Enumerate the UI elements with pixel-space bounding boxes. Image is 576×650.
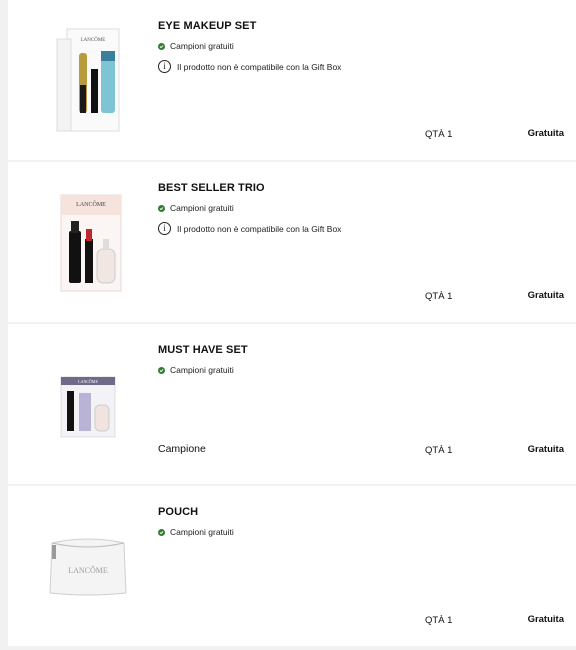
product-name[interactable]: MUST HAVE SET [158, 344, 248, 356]
cart-item-list: LANCÔME EYE MAKEUP SET Campioni gratuiti… [0, 0, 576, 650]
free-samples-status: Campioni gratuiti [158, 365, 234, 375]
info-icon[interactable]: i [158, 222, 171, 235]
price-label: Gratuita [527, 614, 564, 625]
product-image-eye-makeup-set[interactable]: LANCÔME [38, 10, 138, 150]
product-image-pouch[interactable]: LANCÔME [38, 496, 138, 636]
free-samples-label: Campioni gratuiti [170, 365, 234, 375]
product-image-best-seller-trio[interactable]: LANCÔME [38, 172, 138, 312]
brand-logo: LANCÔME [78, 379, 98, 384]
brand-logo: LANCÔME [76, 200, 106, 208]
price-label: Gratuita [527, 128, 564, 139]
quantity-label: QTÀ 1 [425, 615, 453, 626]
compatibility-note-text: Il prodotto non è compatibile con la Gif… [177, 223, 342, 234]
check-circle-icon [158, 366, 165, 374]
product-name[interactable]: POUCH [158, 506, 198, 518]
quantity-label: QTÀ 1 [425, 291, 453, 302]
cart-item: LANCÔME POUCH Campioni gratuiti QTÀ 1 Gr… [8, 486, 576, 646]
price-label: Gratuita [527, 444, 564, 455]
free-samples-status: Campioni gratuiti [158, 527, 234, 537]
product-image-must-have-set[interactable]: LANCÔME [38, 334, 138, 474]
product-name[interactable]: BEST SELLER TRIO [158, 182, 265, 194]
price-label: Gratuita [527, 290, 564, 301]
brand-logo: LANCÔME [81, 37, 106, 43]
compatibility-note: i Il prodotto non è compatibile con la G… [158, 222, 341, 235]
free-samples-status: Campioni gratuiti [158, 203, 234, 213]
cart-item: LANCÔME EYE MAKEUP SET Campioni gratuiti… [8, 0, 576, 160]
compatibility-note-text: Il prodotto non è compatibile con la Gif… [177, 61, 342, 72]
check-circle-icon [158, 204, 165, 212]
quantity-label: QTÀ 1 [425, 445, 453, 456]
brand-logo: LANCÔME [68, 565, 108, 575]
free-samples-label: Campioni gratuiti [170, 527, 234, 537]
cart-item: LANCÔME BEST SELLER TRIO Campioni gratui… [8, 162, 576, 322]
check-circle-icon [158, 42, 165, 50]
sample-tag: Campione [158, 443, 206, 455]
free-samples-label: Campioni gratuiti [170, 203, 234, 213]
compatibility-note: i Il prodotto non è compatibile con la G… [158, 60, 341, 73]
cart-item: LANCÔME MUST HAVE SET Campioni gratuiti … [8, 324, 576, 484]
check-circle-icon [158, 528, 165, 536]
quantity-label: QTÀ 1 [425, 129, 453, 140]
product-name[interactable]: EYE MAKEUP SET [158, 20, 256, 32]
info-icon[interactable]: i [158, 60, 171, 73]
free-samples-status: Campioni gratuiti [158, 41, 234, 51]
free-samples-label: Campioni gratuiti [170, 41, 234, 51]
